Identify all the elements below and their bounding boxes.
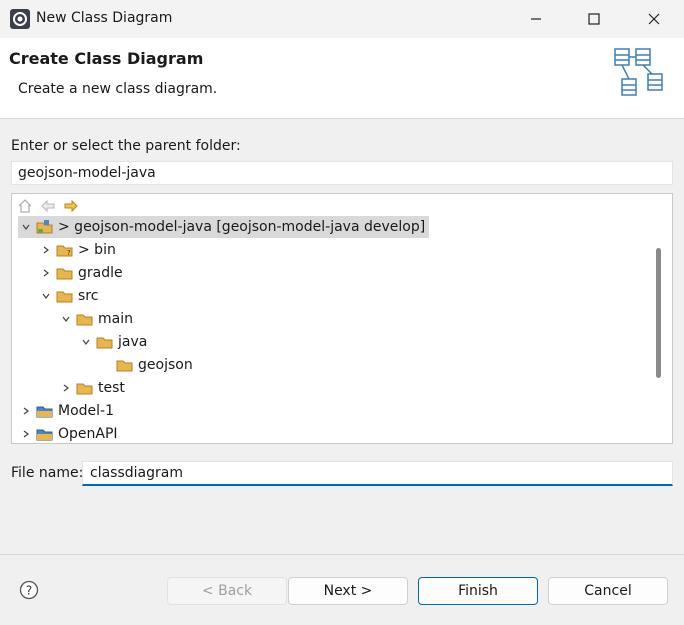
parent-folder-label: Enter or select the parent folder: (11, 138, 241, 154)
wizard-banner: Create Class Diagram Create a new class … (0, 38, 684, 119)
tree-item[interactable]: test (58, 377, 125, 399)
back-button[interactable]: < Back (167, 577, 287, 605)
project-folder-icon (36, 219, 54, 235)
home-icon[interactable] (16, 197, 34, 215)
minimize-button[interactable] (508, 0, 564, 38)
svg-text:?: ? (26, 584, 32, 598)
chevron-down-icon[interactable] (78, 334, 94, 350)
folder-icon (76, 380, 94, 396)
finish-button[interactable]: Finish (418, 577, 538, 605)
tree-item[interactable]: main (58, 308, 133, 330)
parent-folder-input[interactable]: geojson-model-java (11, 161, 673, 185)
tree-item[interactable]: OpenAPI (18, 423, 118, 443)
wizard-title: Create Class Diagram (9, 49, 204, 68)
tree-item[interactable]: > geojson-model-java [geojson-model-java… (18, 216, 430, 238)
folder-icon (56, 288, 74, 304)
maximize-button[interactable] (566, 0, 622, 38)
tree-toolbar (16, 196, 80, 216)
tree-item[interactable]: gradle (38, 262, 123, 284)
title-bar: New Class Diagram (0, 0, 684, 38)
folder-icon (116, 357, 134, 373)
back-arrow-icon[interactable] (39, 197, 57, 215)
wizard-description: Create a new class diagram. (18, 81, 218, 97)
tree-item[interactable]: java (78, 331, 147, 353)
folder-icon (56, 265, 74, 281)
close-button[interactable] (626, 0, 682, 38)
minimize-icon (531, 18, 541, 20)
chevron-right-icon[interactable] (38, 242, 54, 258)
tree-item[interactable]: src (38, 285, 98, 307)
chevron-down-icon[interactable] (18, 219, 34, 235)
project-closed-icon (36, 426, 54, 442)
forward-arrow-icon[interactable] (62, 197, 80, 215)
class-diagram-icon (614, 48, 663, 96)
chevron-right-icon[interactable] (18, 403, 34, 419)
window-title: New Class Diagram (36, 10, 173, 26)
help-icon[interactable]: ? (19, 580, 39, 600)
button-bar-separator (0, 554, 684, 555)
eclipse-app-icon (10, 9, 30, 29)
chevron-down-icon[interactable] (58, 311, 74, 327)
svg-text:?: ? (67, 249, 71, 257)
file-name-input[interactable]: classdiagram (82, 461, 673, 486)
project-closed-icon (36, 403, 54, 419)
file-name-label: File name: (11, 465, 84, 481)
folder-icon (76, 311, 94, 327)
chevron-right-icon[interactable] (38, 265, 54, 281)
chevron-down-icon[interactable] (38, 288, 54, 304)
tree-item[interactable]: ? > bin (38, 239, 116, 261)
cancel-button[interactable]: Cancel (548, 577, 668, 605)
tree-item[interactable]: Model-1 (18, 400, 114, 422)
chevron-right-icon[interactable] (18, 426, 34, 442)
chevron-right-icon[interactable] (58, 380, 74, 396)
tree-item[interactable]: geojson (116, 354, 193, 376)
next-button[interactable]: Next > (288, 577, 408, 605)
folder-icon: ? (56, 242, 74, 258)
maximize-icon (588, 13, 600, 25)
close-icon (648, 13, 660, 25)
folder-tree[interactable]: > geojson-model-java [geojson-model-java… (11, 193, 673, 444)
folder-icon (96, 334, 114, 350)
tree-scrollbar-thumb[interactable] (656, 248, 661, 378)
